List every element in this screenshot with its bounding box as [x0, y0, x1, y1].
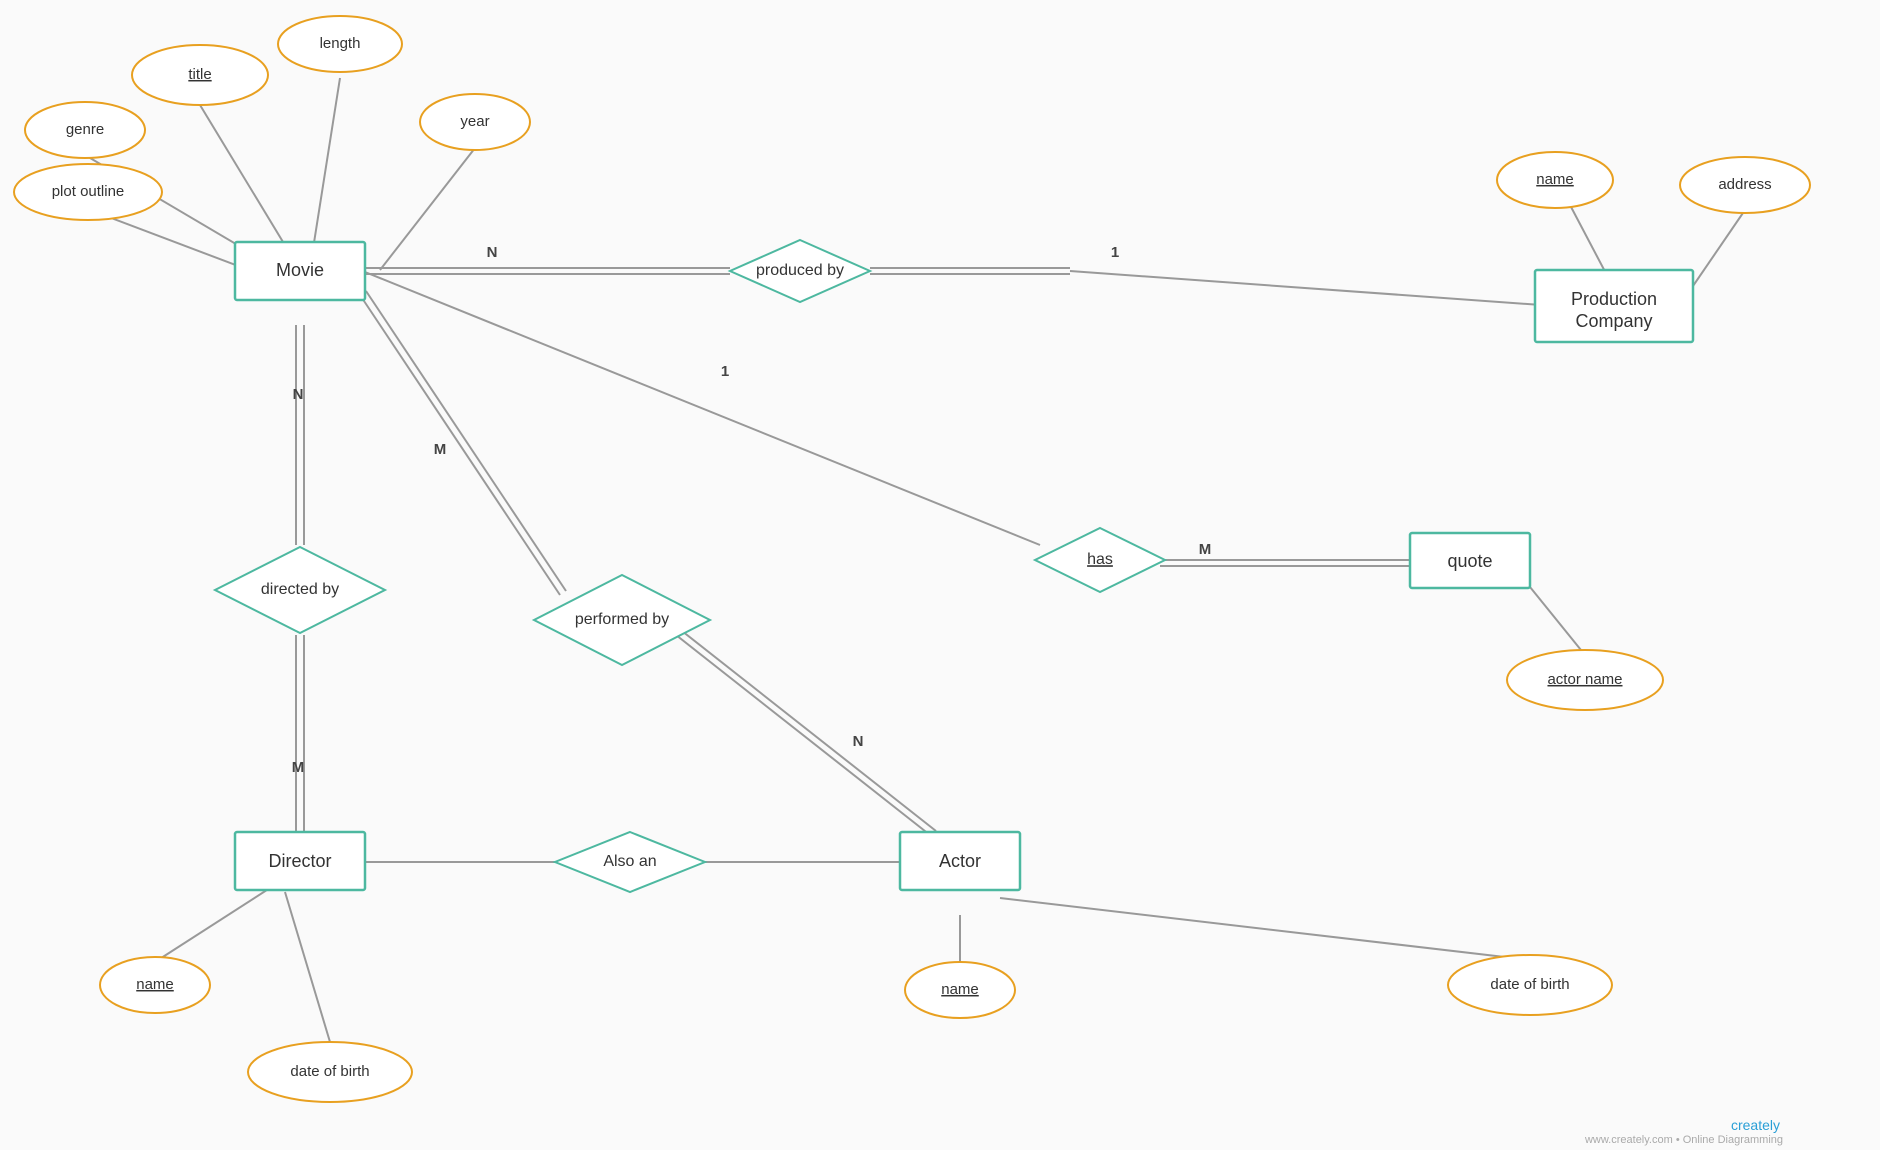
year-attr-label: year: [460, 113, 489, 130]
length-attr-label: length: [320, 35, 361, 52]
title-attr-label: title: [188, 66, 211, 83]
actor-name2-attr-label: name: [941, 981, 979, 998]
card-1b: 1: [721, 363, 729, 380]
production-company-label2: Company: [1575, 311, 1652, 331]
quote-label: quote: [1447, 551, 1492, 571]
also-an-label: Also an: [603, 853, 656, 870]
card-m1: M: [292, 759, 305, 776]
card-n1: N: [487, 244, 498, 261]
creately-logo: creately: [1731, 1117, 1780, 1133]
actor-name-attr-label: actor name: [1547, 671, 1622, 688]
card-m2: M: [434, 441, 447, 458]
plot-outline-attr-label: plot outline: [52, 183, 125, 200]
card-m3: M: [1199, 541, 1212, 558]
actor-label: Actor: [939, 851, 981, 871]
director-name-attr-label: name: [136, 976, 174, 993]
director-dob-attr-label: date of birth: [290, 1063, 369, 1080]
pc-name-attr-label: name: [1536, 171, 1574, 188]
performed-by-label: performed by: [575, 611, 669, 628]
has-label: has: [1087, 551, 1113, 568]
directed-by-label: directed by: [261, 581, 339, 598]
production-company-label: Production: [1571, 289, 1657, 309]
actor-dob-attr-label: date of birth: [1490, 976, 1569, 993]
genre-attr-label: genre: [66, 121, 104, 138]
pc-address-attr-label: address: [1718, 176, 1771, 193]
movie-label: Movie: [276, 260, 324, 280]
director-label: Director: [268, 851, 331, 871]
card-1: 1: [1111, 244, 1119, 261]
produced-by-label: produced by: [756, 262, 844, 279]
card-n3: N: [853, 733, 864, 750]
creately-url: www.creately.com • Online Diagramming: [1584, 1134, 1783, 1146]
card-n2: N: [293, 386, 304, 403]
